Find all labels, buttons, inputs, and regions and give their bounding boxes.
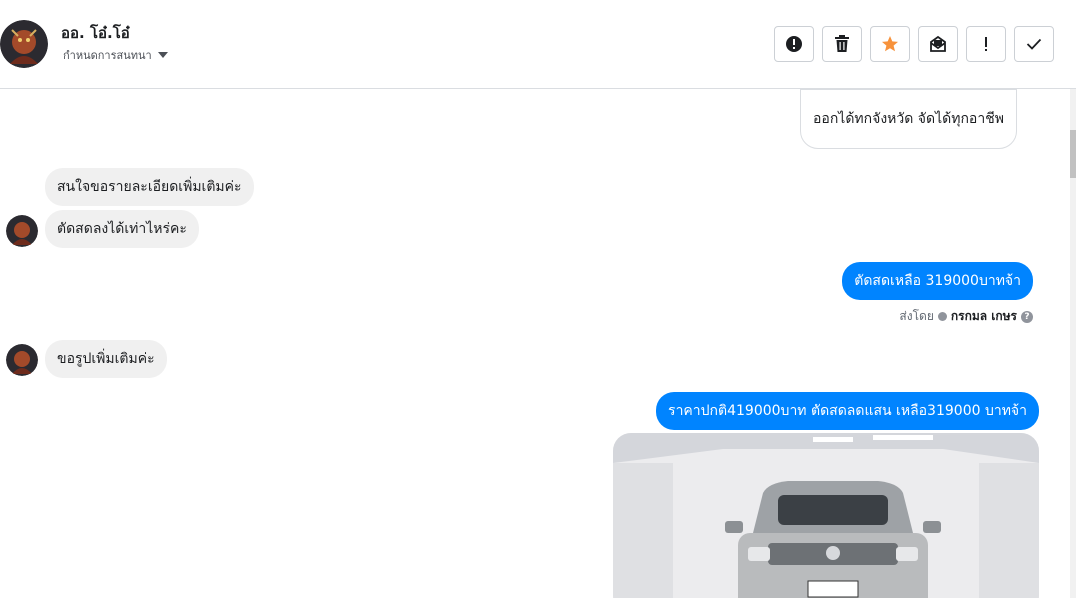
contact-avatar[interactable]	[0, 20, 48, 68]
caret-down-icon	[157, 52, 168, 58]
message-text: ตัดสดเหลือ 319000บาทจ้า	[854, 273, 1021, 289]
message-incoming: ตัดสดลงได้เท่าไหร่คะ	[45, 210, 199, 248]
message-text: ราคาปกติ419000บาท ตัดสดลดแสน เหลือ319000…	[668, 403, 1027, 419]
delete-button[interactable]	[822, 26, 862, 62]
message-outgoing: ราคาปกติ419000บาท ตัดสดลดแสน เหลือ319000…	[656, 392, 1039, 430]
message-thread[interactable]: ออกได้ทกจังหวัด จัดได้ทุกอาชีพ สนใจขอราย…	[0, 89, 1070, 598]
envelope-open-icon	[930, 35, 946, 52]
conversation-settings-label: กำหนดการสนทนา	[63, 49, 152, 62]
sender-avatar	[6, 215, 38, 247]
conversation-settings[interactable]: กำหนดการสนทนา	[63, 46, 168, 64]
header-toolbar	[774, 26, 1054, 62]
sent-by-name[interactable]: กรกมล เกษร	[951, 307, 1017, 326]
sent-by-line: ส่งโดย กรกมล เกษร ?	[899, 307, 1033, 326]
message-text: ออกได้ทกจังหวัด จัดได้ทุกอาชีพ	[813, 111, 1004, 127]
sent-by-label: ส่งโดย	[899, 309, 934, 323]
message-outgoing: ตัดสดเหลือ 319000บาทจ้า	[842, 262, 1033, 300]
message-text: ตัดสดลงได้เท่าไหร่คะ	[57, 221, 187, 237]
message-incoming: สนใจขอรายละเอียดเพิ่มเติมค่ะ	[45, 168, 254, 206]
conversation-header: ออ. โอ๋.โอ๋ กำหนดการสนทนา	[0, 0, 1076, 89]
message-outgoing: ออกได้ทกจังหวัด จัดได้ทุกอาชีพ	[800, 89, 1017, 149]
star-icon	[882, 36, 898, 52]
follow-up-button[interactable]	[966, 26, 1006, 62]
trash-icon	[835, 35, 849, 52]
exclamation-icon	[985, 37, 987, 51]
report-spam-button[interactable]	[774, 26, 814, 62]
message-text: สนใจขอรายละเอียดเพิ่มเติมค่ะ	[57, 179, 242, 195]
check-icon	[1026, 38, 1042, 50]
message-incoming: ขอรูปเพิ่มเติมค่ะ	[45, 340, 167, 378]
mark-unread-button[interactable]	[918, 26, 958, 62]
alert-circle-icon	[786, 36, 802, 52]
help-icon[interactable]: ?	[1021, 310, 1033, 323]
status-dot-icon	[937, 312, 947, 321]
done-button[interactable]	[1014, 26, 1054, 62]
message-text: ขอรูปเพิ่มเติมค่ะ	[57, 351, 155, 367]
contact-name: ออ. โอ๋.โอ๋	[61, 24, 130, 42]
car-photo-attachment[interactable]	[613, 433, 1039, 598]
chat-scroll-thumb[interactable]	[1070, 130, 1076, 178]
sender-avatar	[6, 344, 38, 376]
star-button[interactable]	[870, 26, 910, 62]
